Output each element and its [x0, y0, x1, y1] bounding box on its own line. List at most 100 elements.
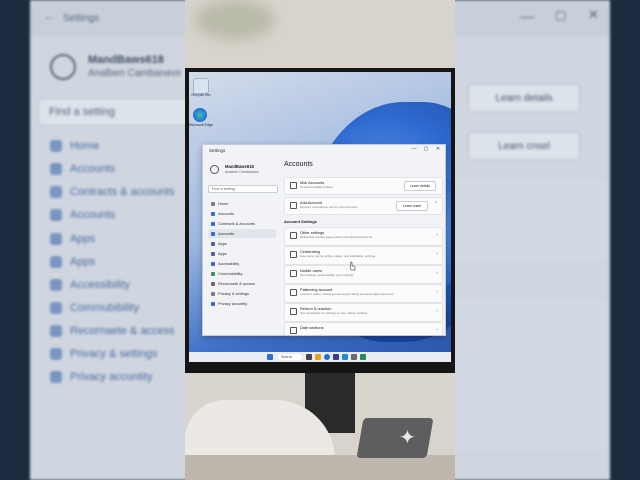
taskbar-search[interactable]: Search — [278, 354, 302, 360]
background-card — [455, 300, 605, 450]
widgets-icon[interactable] — [360, 354, 366, 360]
avatar[interactable] — [210, 165, 219, 174]
home-icon — [50, 140, 62, 152]
celebrating-icon — [290, 251, 297, 258]
home-icon — [211, 201, 215, 206]
close-icon[interactable]: ✕ — [433, 146, 443, 154]
background-learn-cnsel-button[interactable]: Learn cnsel — [468, 132, 580, 160]
edge-label: Microsoft Edge — [189, 123, 213, 127]
sidebar-item-accounts[interactable]: Accounts — [208, 209, 276, 218]
card-reform-reaction[interactable]: Reform & reaction Use associable for set… — [284, 303, 443, 322]
accounts-icon — [50, 209, 62, 221]
card-nodde-users[interactable]: Nodde users Get settings, automatiably, … — [284, 265, 443, 284]
maximize-icon[interactable]: ▢ — [555, 8, 566, 22]
start-icon[interactable] — [267, 354, 273, 360]
background-title: Settings — [63, 13, 100, 24]
page-title: Accounts — [284, 161, 313, 168]
card-celebrating[interactable]: Celebrating Use users, sentry, active, s… — [284, 246, 443, 265]
background-card — [455, 180, 605, 260]
contracts-icon — [211, 221, 215, 226]
account-icon — [290, 182, 297, 189]
chevron-right-icon: › — [436, 289, 438, 295]
sidebar-item-privacy[interactable]: Privacy & settings — [208, 289, 276, 298]
card-mcb-accounts[interactable]: Mcb Accounts Overall exsability anfetal … — [284, 177, 443, 195]
contracts-icon — [50, 186, 62, 198]
search-placeholder: Find a setting — [212, 187, 235, 191]
learn-details-button[interactable]: Learn details — [404, 181, 436, 191]
settings-title: Settings — [209, 148, 226, 153]
mail-icon[interactable] — [342, 354, 348, 360]
store-icon[interactable] — [333, 354, 339, 360]
settings-window: Settings — ▢ ✕ MandBaws618 Analben Camba… — [202, 144, 446, 336]
maximize-icon[interactable]: ▢ — [421, 146, 431, 154]
chevron-up-icon[interactable]: ⌃ — [434, 201, 438, 207]
hand-cursor-icon — [349, 261, 356, 271]
chevron-right-icon: › — [436, 270, 438, 276]
privacy-icon — [50, 348, 62, 360]
accounts-icon — [211, 231, 215, 236]
desk-surface — [185, 455, 455, 480]
recycle-bin-icon[interactable] — [193, 78, 209, 94]
commubibility-icon — [211, 271, 215, 276]
sidebar-item-privacy-accuntity[interactable]: Privacy accuntity — [208, 299, 276, 308]
background-search-input[interactable]: Find a setting — [38, 98, 190, 126]
accounts-icon — [211, 211, 215, 216]
photo-panel: Recycle Bin Microsoft Edge Settings — ▢ … — [185, 0, 455, 480]
privacy-accuntity-icon — [50, 371, 62, 383]
card-date-sections[interactable]: Date sections › — [284, 322, 443, 335]
background-avatar — [50, 54, 76, 80]
task-view-icon[interactable] — [306, 354, 312, 360]
sidebar-item-contracts[interactable]: Contracts & accounts — [208, 219, 276, 228]
minimize-icon[interactable]: — — [409, 146, 419, 154]
sidebar-item-recornaete[interactable]: Recornaete & access — [208, 279, 276, 288]
background-learn-details-button[interactable]: Learn details — [468, 84, 580, 112]
sidebar-item-home[interactable]: Home — [208, 199, 276, 208]
sidebar-item-accessibility[interactable]: Accessibility — [208, 259, 276, 268]
add-account-icon — [290, 202, 297, 209]
search-input[interactable]: Find a setting — [208, 185, 278, 193]
background-nav-item[interactable]: Contracts & accounts — [50, 182, 175, 202]
background-nav-item[interactable]: Privacy & settings — [50, 344, 157, 364]
nodde-users-icon — [290, 270, 297, 277]
background-nav-item[interactable]: Accounts — [50, 159, 115, 179]
background-nav-item[interactable]: Apps — [50, 229, 95, 249]
background-nav-item[interactable]: Accounts — [50, 205, 115, 225]
apps-icon — [211, 241, 215, 246]
background-nav-item[interactable]: Apps — [50, 252, 95, 272]
background-nav-item[interactable]: Accessibility — [50, 275, 130, 295]
plant-blur — [195, 0, 275, 40]
sidebar-item-commubibility[interactable]: Commubibility — [208, 269, 276, 278]
card-add-account[interactable]: Add Account Account, nevershere, sits fo… — [284, 197, 443, 215]
background-nav-item[interactable]: Commubibility — [50, 298, 139, 318]
close-icon[interactable]: ✕ — [588, 7, 599, 23]
privacy-accuntity-icon — [211, 301, 215, 306]
apps-icon — [211, 251, 215, 256]
recornaete-icon — [211, 281, 215, 286]
background-user-name: MandBaws618 — [88, 54, 164, 66]
card-other-settings[interactable]: Other settings Deliveratte surface page … — [284, 227, 443, 246]
accounts-icon — [50, 163, 62, 175]
chevron-right-icon: › — [436, 251, 438, 257]
background-nav-item[interactable]: Home — [50, 136, 99, 156]
accessibility-icon — [50, 279, 62, 291]
sidebar-item-accounts-active[interactable]: Accounts — [208, 229, 276, 238]
sidebar-item-apps[interactable]: Apps — [208, 239, 276, 248]
background-nav-item[interactable]: Recornaete & access — [50, 321, 175, 341]
chevron-right-icon: › — [436, 232, 438, 238]
edge-icon[interactable] — [193, 108, 207, 122]
apps-icon — [50, 256, 62, 268]
settings-icon[interactable] — [351, 354, 357, 360]
background-nav-item[interactable]: Privacy accuntity — [50, 367, 153, 387]
accessibility-icon — [211, 261, 215, 266]
reform-icon — [290, 308, 297, 315]
learn-cnsel-button[interactable]: Learn cnsel — [396, 201, 428, 211]
minimize-icon[interactable]: — — [520, 8, 534, 24]
card-patteming-account[interactable]: Patteming account Leaveton ration, rebea… — [284, 284, 443, 303]
edge-icon[interactable] — [324, 354, 330, 360]
back-arrow-icon[interactable]: ← — [44, 12, 54, 23]
file-explorer-icon[interactable] — [315, 354, 321, 360]
user-name: MandBaws618 — [225, 164, 254, 169]
sidebar-item-apps-2[interactable]: Apps — [208, 249, 276, 258]
date-icon — [290, 327, 297, 334]
sparkle-icon: ✦ — [399, 427, 416, 449]
